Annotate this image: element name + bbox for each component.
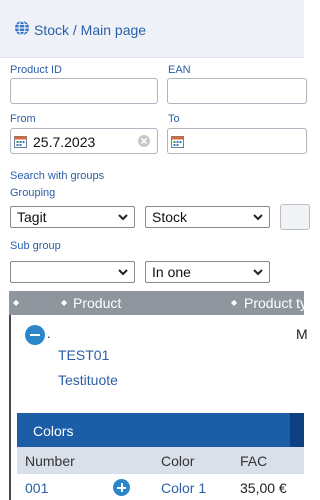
table-border [9, 315, 11, 500]
sort-icon[interactable]: ◆ [231, 298, 237, 307]
calendar-icon[interactable] [14, 135, 27, 148]
in-one-select[interactable]: In one [145, 261, 270, 283]
column-header-color: Color [161, 453, 195, 469]
subgroup-label: Sub group [10, 240, 61, 252]
product-code-link[interactable]: TEST01 [58, 347, 109, 363]
color-number-link[interactable]: 001 [25, 480, 48, 496]
grouping-select-2-value: Stock [152, 209, 188, 225]
colors-panel-title: Colors [33, 423, 74, 439]
plus-icon [121, 483, 123, 492]
chevron-down-icon [253, 269, 263, 276]
product-name-link[interactable]: Testituote [58, 372, 118, 388]
column-header-number: Number [25, 453, 75, 469]
header-divider [0, 57, 304, 58]
column-header-product[interactable]: Product [73, 295, 121, 311]
ean-label: EAN [168, 64, 191, 76]
from-label: From [10, 113, 36, 125]
grouping-extra-button[interactable] [280, 204, 310, 230]
globe-icon [15, 20, 29, 36]
column-header-product-type[interactable]: Product ty [244, 295, 307, 311]
grouping-label: Grouping [10, 187, 56, 199]
color-fac-value: 35,00 € [240, 480, 287, 496]
product-id-input[interactable] [10, 78, 158, 104]
breadcrumb[interactable]: Stock / Main page [34, 22, 146, 38]
chevron-down-icon [118, 214, 128, 221]
chevron-down-icon [253, 214, 263, 221]
minus-icon [30, 334, 40, 336]
subgroup-select[interactable] [10, 261, 135, 283]
from-date-value: 25.7.2023 [33, 134, 96, 150]
product-type-value: M [296, 326, 308, 342]
chevron-down-icon [118, 269, 128, 276]
ean-input[interactable] [167, 78, 307, 104]
column-header-fac: FAC [240, 453, 268, 469]
in-one-select-value: In one [152, 264, 191, 280]
grouping-select-2[interactable]: Stock [145, 206, 270, 228]
sort-icon[interactable]: ◆ [61, 298, 67, 307]
grouping-select[interactable]: Tagit [10, 206, 135, 228]
product-id-label: Product ID [10, 64, 62, 76]
colors-panel-header-edge [290, 413, 304, 447]
search-with-groups-label: Search with groups [10, 170, 105, 182]
to-label: To [168, 113, 180, 125]
grouping-select-value: Tagit [17, 209, 47, 225]
row-dot: . [47, 326, 51, 341]
color-name-link[interactable]: Color 1 [161, 480, 206, 496]
to-date-input[interactable] [167, 128, 307, 154]
calendar-icon[interactable] [171, 135, 184, 148]
sort-icon[interactable]: ◆ [13, 298, 19, 307]
clear-icon[interactable] [138, 135, 150, 147]
